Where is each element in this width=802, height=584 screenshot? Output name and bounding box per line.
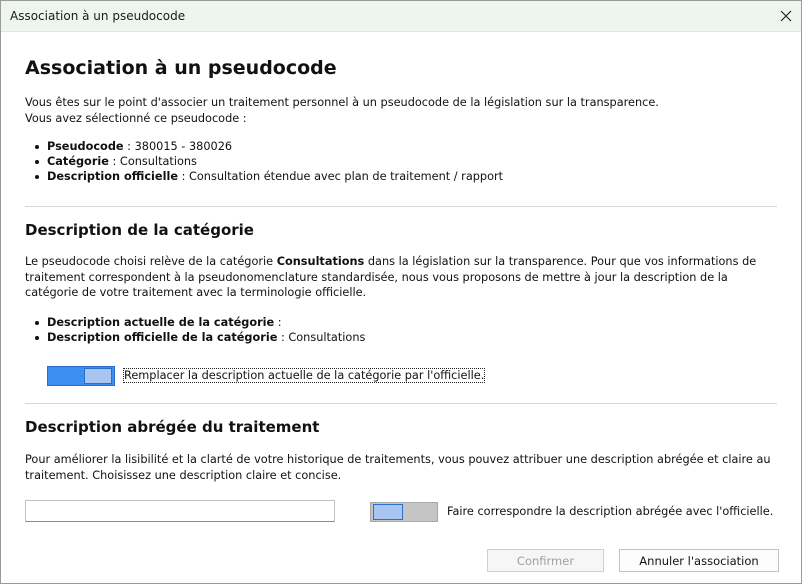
toggle-thumb [84, 368, 112, 384]
page-title: Association à un pseudocode [25, 57, 337, 79]
short-description-section-title: Description abrégée du traitement [25, 418, 320, 436]
confirm-button[interactable]: Confirmer [487, 549, 604, 572]
category-description-list: Description actuelle de la catégorie : D… [35, 315, 365, 345]
match-short-description-toggle-label[interactable]: Faire correspondre la description abrégé… [447, 505, 773, 518]
dialog-window: Association à un pseudocode Association … [0, 0, 802, 584]
list-item: Description officielle : Consultation ét… [35, 169, 503, 184]
list-item: Pseudocode : 380015 - 380026 [35, 139, 503, 154]
match-short-description-toggle[interactable] [370, 502, 438, 522]
cancel-association-button[interactable]: Annuler l'association [619, 549, 779, 572]
divider [25, 403, 777, 404]
toggle-thumb [373, 504, 403, 520]
replace-category-toggle-label[interactable]: Remplacer la description actuelle de la … [122, 368, 486, 383]
short-description-input[interactable] [25, 500, 335, 522]
current-category-value: : [274, 316, 282, 329]
official-category-value: : Consultations [277, 331, 366, 344]
list-item: Catégorie : Consultations [35, 154, 503, 169]
category-text-before: Le pseudocode choisi relève de la catégo… [25, 255, 277, 268]
list-item: Description officielle de la catégorie :… [35, 330, 365, 345]
description-value: : Consultation étendue avec plan de trai… [178, 170, 504, 183]
intro-text: Vous êtes sur le point d'associer un tra… [25, 95, 775, 126]
category-section-title: Description de la catégorie [25, 221, 254, 239]
title-bar: Association à un pseudocode [1, 1, 801, 32]
close-icon[interactable] [771, 1, 801, 31]
window-title: Association à un pseudocode [10, 9, 186, 23]
category-section-text: Le pseudocode choisi relève de la catégo… [25, 254, 777, 301]
replace-category-toggle[interactable] [47, 366, 115, 386]
selected-pseudocode-list: Pseudocode : 380015 - 380026 Catégorie :… [35, 139, 503, 184]
current-category-label: Description actuelle de la catégorie [47, 316, 275, 329]
divider [25, 206, 777, 207]
list-item: Description actuelle de la catégorie : [35, 315, 365, 330]
pseudocode-value: : 380015 - 380026 [123, 140, 233, 153]
categorie-label: Catégorie [47, 155, 109, 168]
pseudocode-label: Pseudocode [47, 140, 124, 153]
categorie-value: : Consultations [108, 155, 197, 168]
short-description-text: Pour améliorer la lisibilité et la clart… [25, 453, 771, 482]
intro-line-1: Vous êtes sur le point d'associer un tra… [25, 96, 659, 109]
official-category-label: Description officielle de la catégorie [47, 331, 278, 344]
category-text-bold: Consultations [276, 255, 365, 268]
description-label: Description officielle [47, 170, 178, 183]
intro-line-2: Vous avez sélectionné ce pseudocode : [25, 111, 247, 125]
